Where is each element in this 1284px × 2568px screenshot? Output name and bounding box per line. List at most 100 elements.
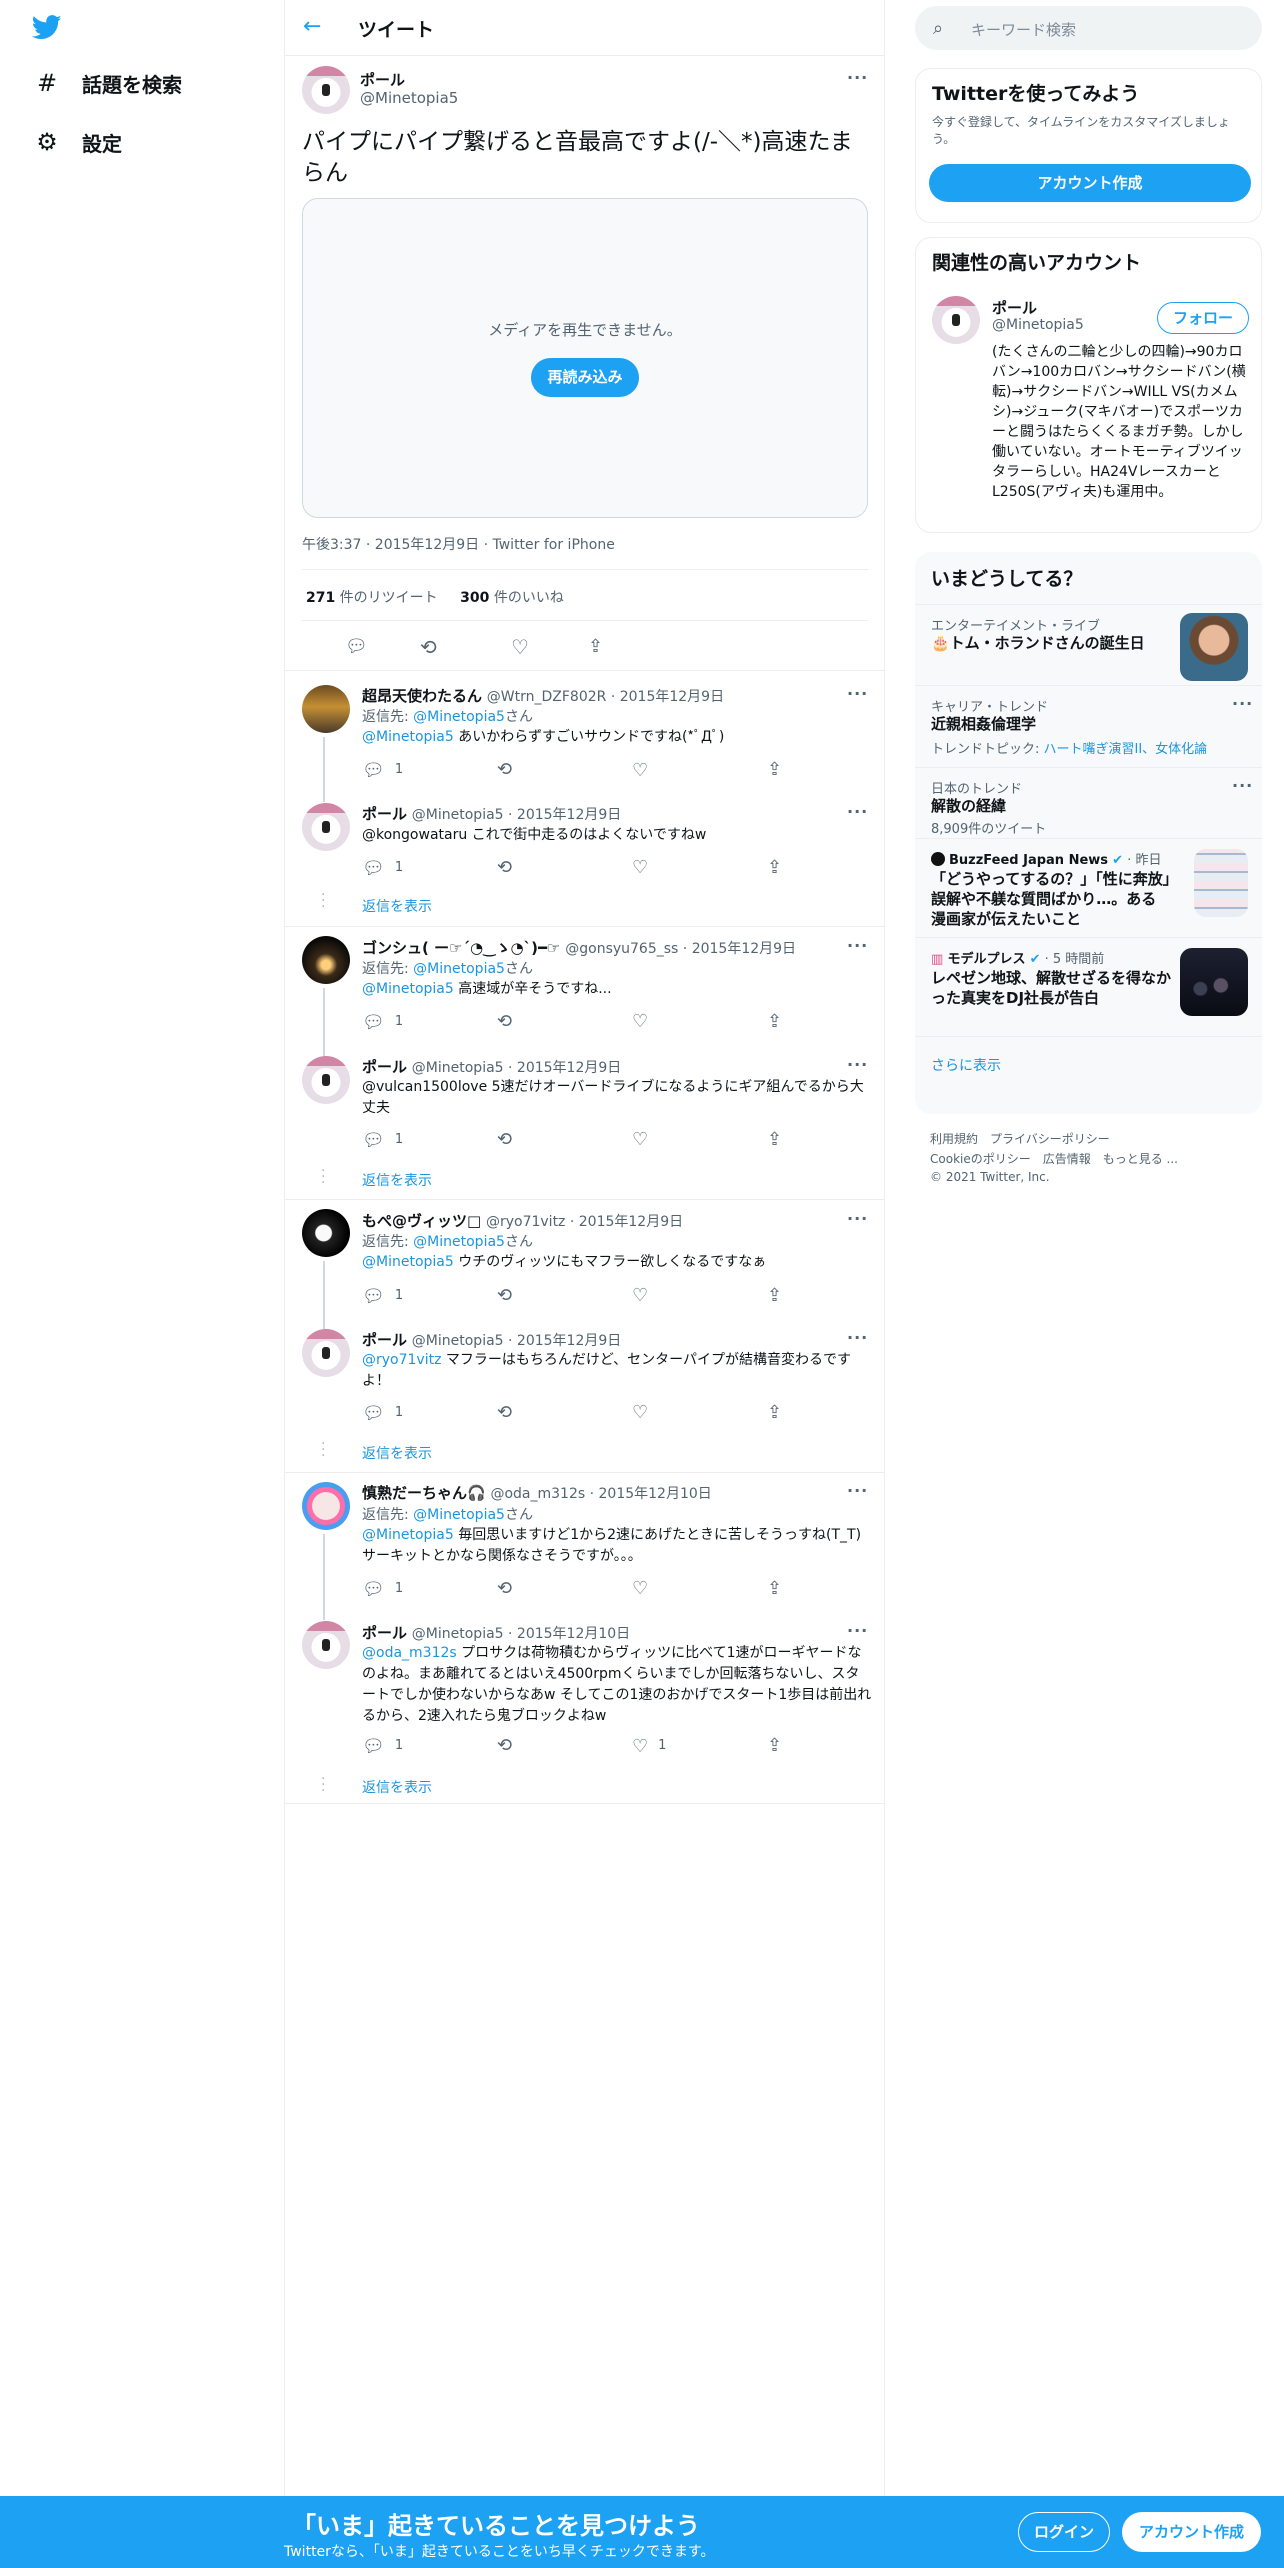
reply-icon[interactable]: 💬︎ 1 [362, 1401, 403, 1426]
reply-icon[interactable]: 💬︎ 1 [362, 1284, 403, 1309]
trend-item[interactable]: エンターテイメント・ライブ 🎂トム・ホランドさんの誕生日 [915, 604, 1262, 685]
trend-item[interactable]: キャリア・トレンド 近親相姦倫理学 トレンドトピック: ハート嘴ぎ演習II、女体… [915, 685, 1262, 767]
reply-author[interactable]: ポール @Minetopia5 · 2015年12月9日 [362, 803, 621, 824]
avatar[interactable] [302, 803, 350, 851]
news-item[interactable]: ▥ モデルプレス ✔ · 5 時間前 レペゼン地球、解散せざるを得なかった真実を… [915, 937, 1262, 1036]
avatar[interactable] [302, 1621, 350, 1669]
login-button[interactable]: ログイン [1018, 2512, 1110, 2552]
avatar[interactable] [932, 296, 980, 344]
retweet-icon[interactable]: ⟲ [497, 1010, 512, 1034]
more-icon[interactable]: ··· [847, 1481, 868, 1500]
reply-author[interactable]: もぺ@ヴィッツ□ @ryo71vitz · 2015年12月9日 [362, 1210, 683, 1231]
reply-author[interactable]: ポール @Minetopia5 · 2015年12月10日 [362, 1622, 630, 1643]
mention-link[interactable]: @Minetopia5 [362, 1254, 454, 1270]
like-icon[interactable]: ♡ [632, 1284, 648, 1308]
like-icon[interactable]: ♡ [632, 856, 648, 880]
like-icon[interactable]: ♡ 1 [632, 1734, 666, 1759]
show-replies-link[interactable]: 返信を表示 [362, 1777, 432, 1797]
search-input[interactable]: ⌕ キーワード検索 [915, 6, 1262, 50]
follow-button[interactable]: フォロー [1157, 302, 1249, 334]
more-icon[interactable]: ··· [847, 684, 868, 703]
share-icon[interactable]: ⇪ [767, 1284, 782, 1308]
more-icon[interactable]: ··· [1232, 776, 1253, 795]
show-replies-link[interactable]: 返信を表示 [362, 1443, 432, 1463]
share-icon[interactable]: ⇪ [767, 1577, 782, 1601]
more-icon[interactable]: ··· [847, 1621, 868, 1640]
avatar[interactable] [302, 1329, 350, 1377]
like-icon[interactable]: ♡ [632, 1128, 648, 1152]
like-icon[interactable]: ♡ [632, 1010, 648, 1034]
nav-explore[interactable]: # 話題を検索 [34, 68, 182, 98]
mention-link[interactable]: @ryo71vitz [362, 1352, 441, 1368]
retweet-icon[interactable]: ⟲ [497, 1734, 512, 1758]
show-more-trends[interactable]: さらに表示 [915, 1036, 1262, 1096]
reply-icon[interactable]: 💬︎ 1 [362, 1128, 403, 1153]
share-icon[interactable]: ⇪ [767, 1128, 782, 1152]
reply-icon[interactable]: 💬︎ 1 [362, 1010, 403, 1035]
more-icon[interactable]: ··· [847, 802, 868, 821]
more-icon[interactable]: ··· [847, 68, 868, 87]
twitter-logo-icon[interactable] [30, 12, 64, 42]
reply-author[interactable]: 慎熟だーちゃん🎧 @oda_m312s · 2015年12月10日 [362, 1482, 712, 1503]
avatar[interactable] [302, 1482, 350, 1530]
retweet-icon[interactable]: ⟲ [497, 856, 512, 880]
more-icon[interactable]: ··· [1232, 694, 1253, 713]
mention-link[interactable]: @Minetopia5 [413, 1507, 505, 1523]
mention-link[interactable]: @Minetopia5 [413, 1234, 505, 1250]
show-more-link[interactable]: さらに表示 [931, 1055, 1001, 1075]
mention-link[interactable]: @Minetopia5 [413, 961, 505, 977]
show-replies-link[interactable]: 返信を表示 [362, 1170, 432, 1190]
reply-author[interactable]: ポール @Minetopia5 · 2015年12月9日 [362, 1056, 621, 1077]
avatar[interactable] [302, 685, 350, 733]
share-icon[interactable]: ⇪ [767, 856, 782, 880]
retweet-icon[interactable]: ⟲ [497, 1128, 512, 1152]
avatar[interactable] [302, 936, 350, 984]
reply-icon[interactable]: 💬︎ [345, 635, 368, 659]
retweet-stat[interactable]: 271 件のリツイート [306, 590, 438, 606]
like-icon[interactable]: ♡ [632, 1577, 648, 1601]
signup-button[interactable]: アカウント作成 [1122, 2512, 1261, 2552]
reply-icon[interactable]: 💬︎ 1 [362, 1577, 403, 1602]
like-icon[interactable]: ♡ [511, 635, 529, 659]
show-replies-link[interactable]: 返信を表示 [362, 896, 432, 916]
like-icon[interactable]: ♡ [632, 1401, 648, 1425]
tweet-author-name[interactable]: ポール [360, 69, 405, 90]
reply-icon[interactable]: 💬︎ 1 [362, 758, 403, 783]
avatar[interactable] [302, 1056, 350, 1104]
share-icon[interactable]: ⇪ [767, 1734, 782, 1758]
like-icon[interactable]: ♡ [632, 758, 658, 783]
back-arrow-icon[interactable]: ← [303, 14, 329, 40]
mention-link[interactable]: @oda_m312s [362, 1645, 457, 1661]
mention-link[interactable]: @Minetopia5 [362, 1527, 454, 1543]
retweet-icon[interactable]: ⟲ [420, 635, 437, 659]
reply-icon[interactable]: 💬︎ 1 [362, 1734, 403, 1759]
mention-link[interactable]: @Minetopia5 [362, 729, 454, 745]
mention-link[interactable]: @Minetopia5 [362, 981, 454, 997]
trend-item[interactable]: 日本のトレンド 解散の経緯 8,909件のツイート ··· [915, 767, 1262, 838]
reply-author[interactable]: ポール @Minetopia5 · 2015年12月9日 [362, 1329, 621, 1350]
reload-button[interactable]: 再読み込み [531, 358, 639, 397]
more-icon[interactable]: ··· [847, 1209, 868, 1228]
tweet-author-handle[interactable]: @Minetopia5 [360, 89, 458, 107]
more-icon[interactable]: ··· [847, 1055, 868, 1074]
footer-links[interactable]: 利用規約 プライバシーポリシー [930, 1130, 1110, 1147]
share-icon[interactable]: ⇪ [767, 1010, 782, 1034]
reply-author[interactable]: ゴンシュ( ー☞´◔‿ゝ◔`)━☞ @gonsyu765_ss · 2015年1… [362, 937, 796, 958]
reply-icon[interactable]: 💬︎ 1 [362, 856, 403, 881]
retweet-icon[interactable]: ⟲ [497, 1401, 512, 1425]
nav-settings[interactable]: ⚙ 設定 [34, 127, 122, 157]
more-icon[interactable]: ··· [847, 1328, 868, 1347]
avatar[interactable] [302, 1209, 350, 1257]
retweet-icon[interactable]: ⟲ [497, 1284, 512, 1308]
retweet-icon[interactable]: ⟲ [497, 1577, 512, 1601]
related-handle[interactable]: @Minetopia5 [992, 317, 1084, 333]
share-icon[interactable]: ⇪ [588, 635, 603, 659]
share-icon[interactable]: ⇪ [767, 1401, 782, 1425]
related-name[interactable]: ポール [992, 297, 1037, 318]
share-icon[interactable]: ⇪ [767, 758, 782, 782]
mention-link[interactable]: @Minetopia5 [413, 709, 505, 725]
tweet-meta[interactable]: 午後3:37 · 2015年12月9日 · Twitter for iPhone [302, 534, 615, 554]
create-account-button[interactable]: アカウント作成 [929, 164, 1251, 202]
retweet-icon[interactable]: ⟲ [497, 758, 512, 782]
footer-links[interactable]: Cookieのポリシー 広告情報 もっと見る ... [930, 1150, 1178, 1167]
